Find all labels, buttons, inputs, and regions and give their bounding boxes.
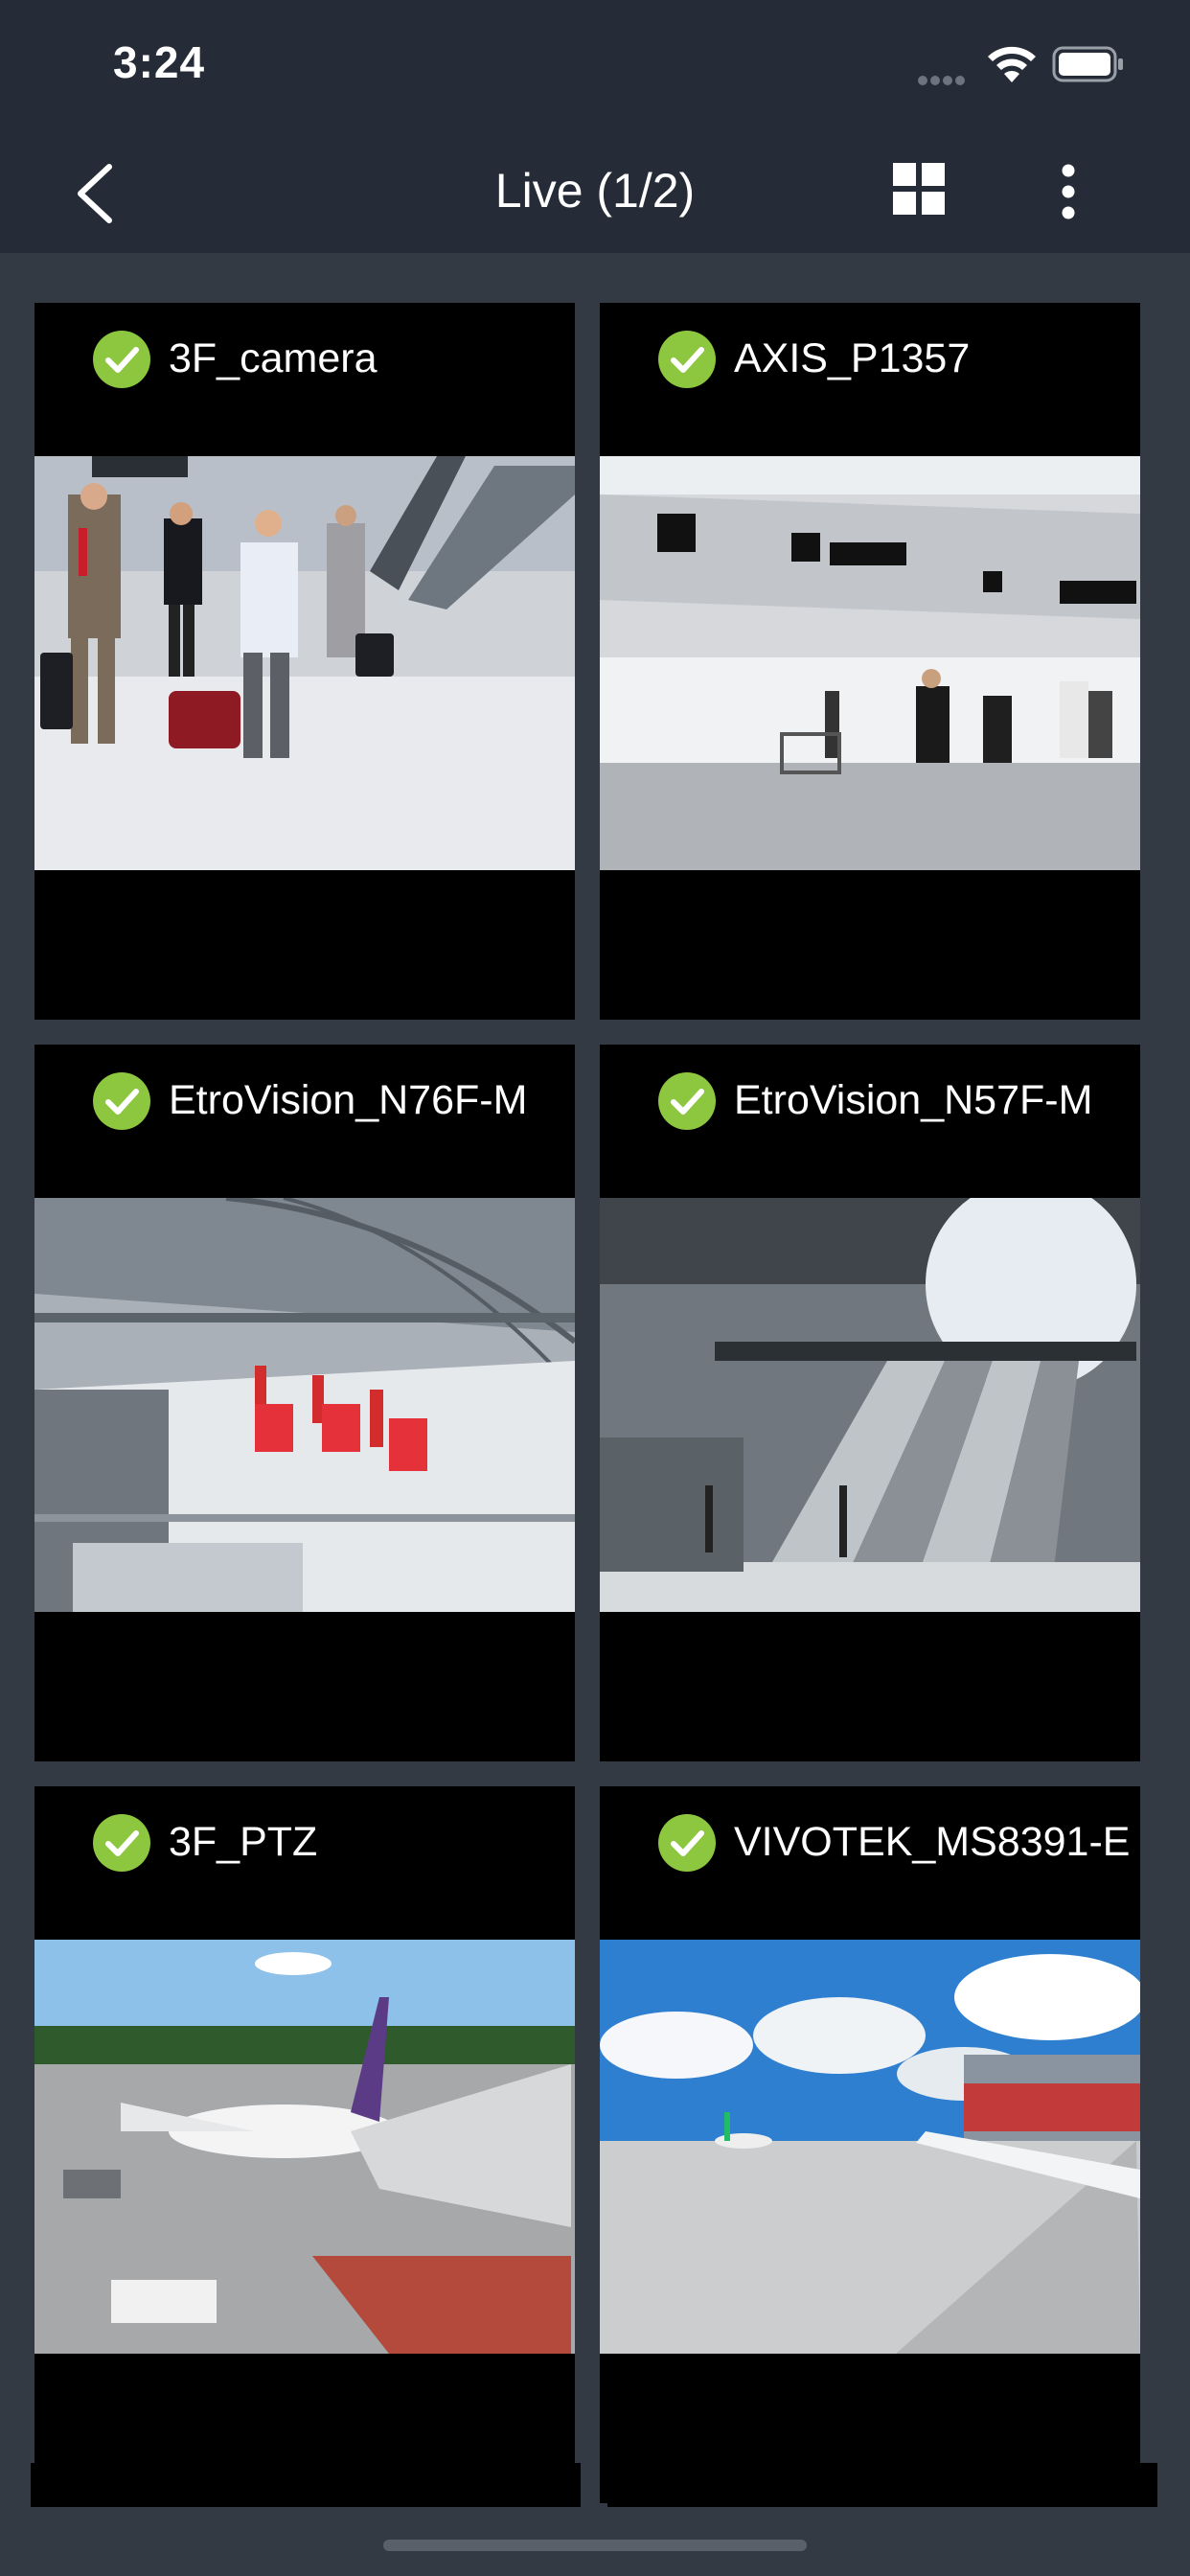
online-check-icon [658,1072,716,1130]
camera-grid: 3F_camera AXIS_P1357 EtroVision_N76F-M E… [0,253,1190,2515]
battery-icon [1052,46,1123,82]
camera-name: EtroVision_N76F-M [169,1077,528,1123]
camera-feed-image [600,1198,1140,1612]
camera-tile[interactable]: 3F_PTZ [34,1786,575,2503]
wifi-icon [988,46,1036,82]
camera-feed-image [34,1198,575,1612]
camera-name: EtroVision_N57F-M [734,1077,1093,1123]
camera-tile-partial [607,2463,1157,2507]
camera-tile-header: VIVOTEK_MS8391-E [600,1786,1140,1940]
camera-name: 3F_PTZ [169,1819,318,1865]
camera-tile-header: EtroVision_N57F-M [600,1045,1140,1198]
home-indicator[interactable] [383,2540,807,2551]
navigation-bar: Live (1/2) [0,134,1190,253]
camera-feed-image [34,1940,575,2354]
online-check-icon [93,1814,150,1872]
camera-tile[interactable]: AXIS_P1357 [600,303,1140,1020]
online-check-icon [658,1814,716,1872]
cellular-signal-icon [918,73,973,85]
status-bar: 3:24 [0,0,1190,134]
camera-tile[interactable]: VIVOTEK_MS8391-E [600,1786,1140,2503]
camera-tile-partial [31,2463,581,2507]
camera-tile-header: 3F_camera [34,303,575,456]
camera-tile-header: EtroVision_N76F-M [34,1045,575,1198]
camera-tile[interactable]: 3F_camera [34,303,575,1020]
online-check-icon [93,331,150,388]
camera-name: AXIS_P1357 [734,335,971,381]
camera-name: VIVOTEK_MS8391-E [734,1819,1131,1865]
online-check-icon [658,331,716,388]
camera-tile[interactable]: EtroVision_N57F-M [600,1045,1140,1761]
online-check-icon [93,1072,150,1130]
camera-feed-image [600,456,1140,870]
camera-name: 3F_camera [169,335,378,381]
camera-tile-header: AXIS_P1357 [600,303,1140,456]
camera-tile[interactable]: EtroVision_N76F-M [34,1045,575,1761]
grid-view-icon[interactable] [893,163,945,215]
camera-tile-header: 3F_PTZ [34,1786,575,1940]
status-time: 3:24 [113,37,206,87]
camera-feed-image [34,456,575,870]
camera-feed-image [600,1940,1140,2354]
page-title: Live (1/2) [494,164,696,218]
more-vertical-icon[interactable] [1048,161,1088,222]
